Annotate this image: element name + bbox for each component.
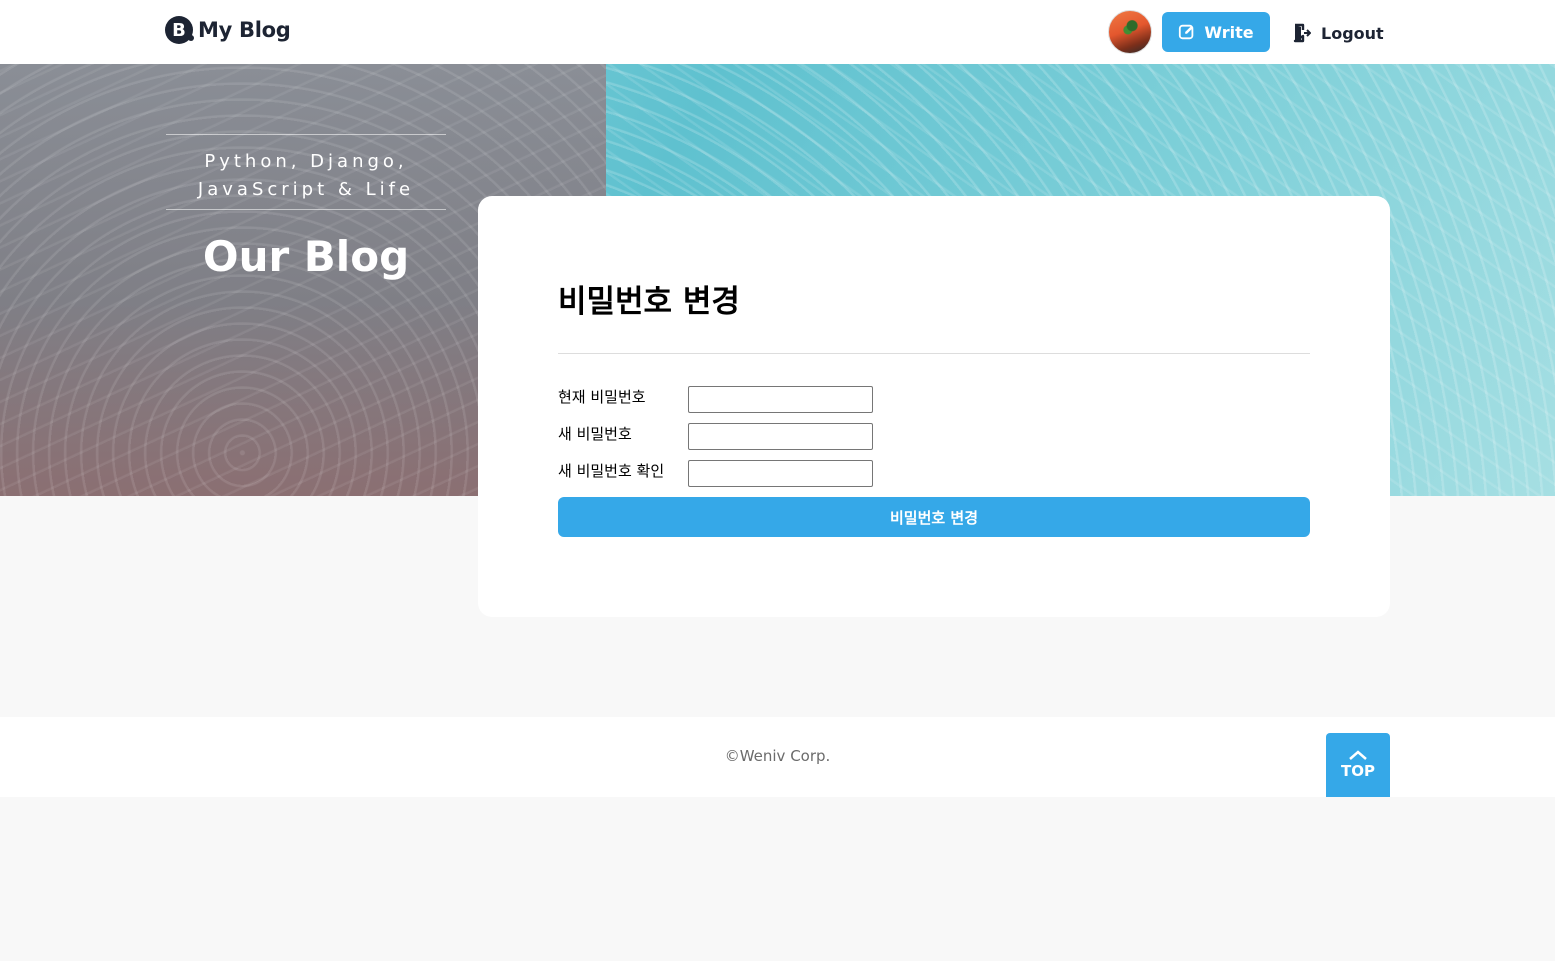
hero-tagline-line1: Python, Django, (204, 151, 408, 172)
logout-label: Logout (1321, 23, 1384, 43)
hero-divider-top (166, 134, 446, 135)
hero-divider-bottom (166, 209, 446, 210)
avatar[interactable] (1108, 10, 1152, 54)
hero-tagline: Python, Django, JavaScript & Life (166, 148, 446, 204)
write-label: Write (1204, 22, 1254, 42)
page-title: 비밀번호 변경 (558, 284, 740, 320)
chevron-up-icon (1349, 750, 1367, 760)
new-password-input[interactable] (688, 423, 873, 450)
current-password-label: 현재 비밀번호 (558, 388, 646, 406)
site-logo[interactable]: B My Blog (165, 16, 291, 44)
confirm-password-label: 새 비밀번호 확인 (558, 462, 665, 480)
copyright-text: ©Weniv Corp. (724, 747, 831, 765)
hero-title: Our Blog (202, 232, 410, 281)
site-header: B My Blog Write Logout (0, 0, 1555, 64)
logo-text: My Blog (198, 18, 291, 42)
password-change-card: 비밀번호 변경 현재 비밀번호 새 비밀번호 새 비밀번호 확인 비밀번호 변경 (478, 196, 1390, 617)
edit-icon (1179, 24, 1194, 40)
scroll-top-button[interactable]: TOP (1326, 733, 1390, 797)
confirm-password-input[interactable] (688, 460, 873, 487)
top-label: TOP (1341, 762, 1375, 780)
title-divider (558, 353, 1310, 354)
logo-icon: B (165, 16, 194, 44)
logout-button[interactable]: Logout (1293, 20, 1384, 46)
hero-tagline-line2: JavaScript & Life (197, 179, 415, 200)
change-password-button[interactable]: 비밀번호 변경 (558, 497, 1310, 537)
logout-icon (1293, 23, 1311, 43)
current-password-input[interactable] (688, 386, 873, 413)
site-footer: ©Weniv Corp. TOP (0, 717, 1555, 797)
write-button[interactable]: Write (1162, 12, 1270, 52)
new-password-label: 새 비밀번호 (558, 425, 632, 443)
